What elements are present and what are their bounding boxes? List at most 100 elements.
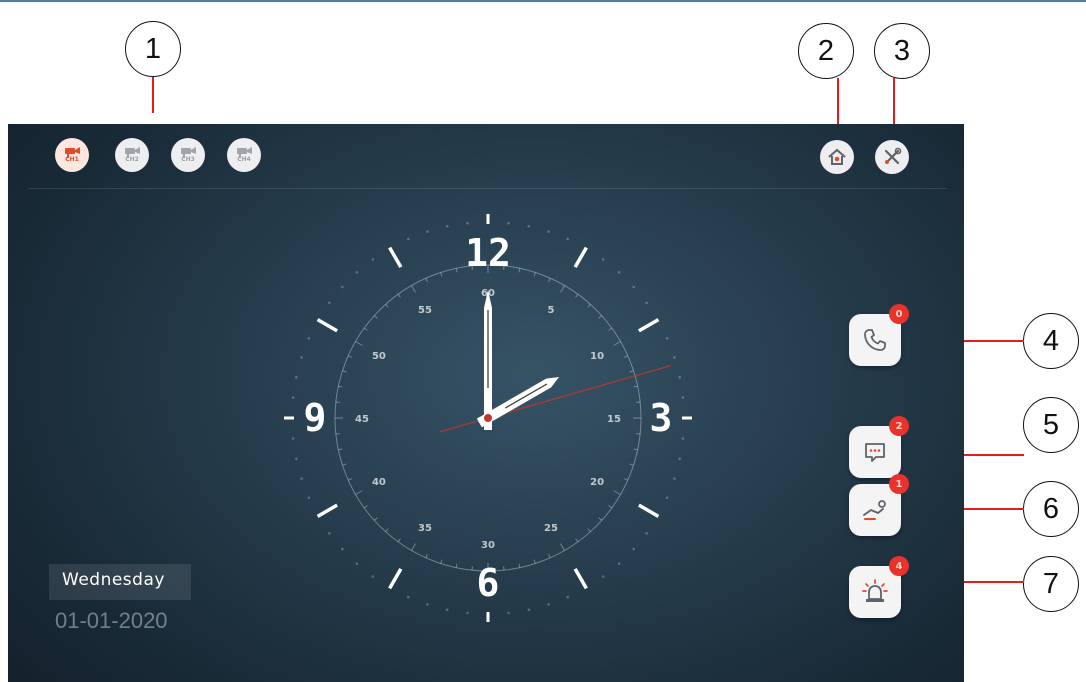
clock-second-label: 35: [418, 523, 432, 534]
clock-inner-tick: [440, 559, 443, 564]
clock-inner-tick: [373, 517, 378, 521]
callout-1-leader: [152, 77, 154, 113]
clock-inner-tick: [385, 303, 389, 308]
clock-inner-tick: [608, 327, 613, 331]
camera-icon: CH4: [232, 143, 256, 167]
clock-inner-tick: [533, 559, 536, 564]
camera-ch4-button[interactable]: CH4: [227, 138, 261, 172]
clock-inner-tick: [533, 272, 536, 277]
camera-label: CH2: [125, 156, 139, 163]
clock-inner-tick: [440, 272, 443, 277]
clock-minute-dot: [300, 356, 303, 359]
clock-minute-dot: [632, 285, 635, 289]
clock-minute-dot: [678, 457, 681, 461]
clock-hour-mark: [316, 318, 338, 333]
clock-inner-tick: [575, 538, 579, 543]
clock-minute-dot: [601, 575, 605, 578]
clock-minute-dot: [678, 375, 681, 379]
clock-inner-tick: [338, 448, 343, 451]
clock-minute-dot: [328, 301, 331, 305]
clock-minute-dot: [291, 396, 295, 399]
clock-minute-dot: [645, 301, 648, 305]
clock-inner-tick: [613, 490, 621, 495]
clock-inner-tick: [455, 268, 458, 273]
clock-inner-tick: [355, 341, 363, 346]
device-screen: CH1 CH2 CH3 CH4 12 3 6 9 5 10 15 20 25 3…: [8, 124, 964, 682]
clock-minute-dot: [601, 258, 605, 261]
camera-ch2-button[interactable]: CH2: [115, 138, 149, 172]
home-button[interactable]: [820, 140, 854, 174]
camera-ch1-button[interactable]: CH1: [55, 138, 89, 172]
clock-hour-mark: [573, 246, 588, 268]
callout-4: 4: [1023, 313, 1079, 369]
clock-inner-tick: [623, 355, 628, 358]
messages-badge: 2: [889, 416, 909, 436]
clock-inner-tick: [373, 315, 378, 319]
camera-label: CH3: [181, 156, 195, 163]
clock-inner-tick: [455, 563, 458, 568]
clock-hour-mark: [316, 503, 338, 518]
clock-minute-dot: [673, 477, 676, 480]
clock-second-label: 50: [372, 351, 386, 362]
callout-2: 2: [798, 23, 854, 79]
clock-inner-tick: [560, 543, 565, 551]
header-divider: [28, 188, 946, 189]
camera-label: CH4: [237, 156, 251, 163]
clock-minute-dot: [566, 595, 569, 599]
settings-button[interactable]: [875, 140, 909, 174]
camera-icon: CH3: [176, 143, 200, 167]
clock-minute-dot: [371, 575, 375, 578]
camera-icon: CH1: [60, 143, 84, 167]
home-icon: [828, 148, 846, 165]
tools-icon: [884, 147, 902, 165]
clock-minute-dot: [295, 375, 298, 379]
clock-hour-numeral: 9: [304, 396, 327, 440]
alarm-button[interactable]: 4: [849, 556, 909, 618]
clock-inner-tick: [342, 463, 347, 466]
intrusion-button[interactable]: 1: [849, 474, 909, 536]
clock-inner-tick: [397, 293, 401, 298]
clock-minute-dot: [665, 337, 669, 340]
clock-inner-tick: [425, 553, 428, 558]
clock-hour-numeral: 3: [650, 396, 673, 440]
clock-center-pin: [484, 414, 492, 422]
clock-second-label: 5: [548, 305, 555, 316]
clock-hour-hand-slot: [505, 383, 548, 409]
clock-inner-tick: [518, 563, 521, 568]
callout-3: 3: [874, 23, 930, 79]
call-log-badge: 0: [889, 304, 909, 324]
clock-inner-tick: [348, 478, 353, 481]
clock-inner-tick: [397, 538, 401, 543]
intrusion-badge: 1: [889, 474, 909, 494]
clock-hour-mark: [638, 318, 660, 333]
call-log-button[interactable]: 0: [849, 304, 909, 366]
clock-minute-dot: [527, 608, 531, 611]
clock-hour-mark: [388, 568, 403, 590]
clock-minute-dot: [328, 531, 331, 535]
clock-minute-dot: [566, 237, 569, 241]
clock-minute-dot: [681, 396, 685, 399]
camera-ch3-button[interactable]: CH3: [171, 138, 205, 172]
clock-minute-dot: [547, 603, 550, 606]
clock-minute-dot: [466, 221, 469, 225]
clock-minute-dot: [665, 496, 669, 500]
clock-inner-tick: [613, 341, 621, 346]
clock-second-label: 25: [544, 523, 558, 534]
clock-minute-dot: [445, 608, 449, 611]
clock-minute-dot: [673, 356, 676, 359]
clock-minute-dot: [617, 271, 621, 274]
clock-minute-dot: [300, 477, 303, 480]
callout-5: 5: [1023, 397, 1079, 453]
alarm-badge: 4: [889, 556, 909, 576]
clock-hour-mark: [638, 503, 660, 518]
clock-minute-dot: [645, 531, 648, 535]
clock-minute-dot: [426, 230, 429, 233]
clock-minute-dot: [507, 611, 510, 615]
alarm-icon: [862, 579, 888, 602]
callout-1: 1: [125, 21, 181, 77]
clock-minute-dot: [527, 225, 531, 228]
clock-inner-tick: [385, 528, 389, 533]
clock-hour-numeral: 6: [477, 561, 500, 605]
intruder-icon: [863, 500, 886, 520]
messages-button[interactable]: 2: [849, 416, 909, 478]
